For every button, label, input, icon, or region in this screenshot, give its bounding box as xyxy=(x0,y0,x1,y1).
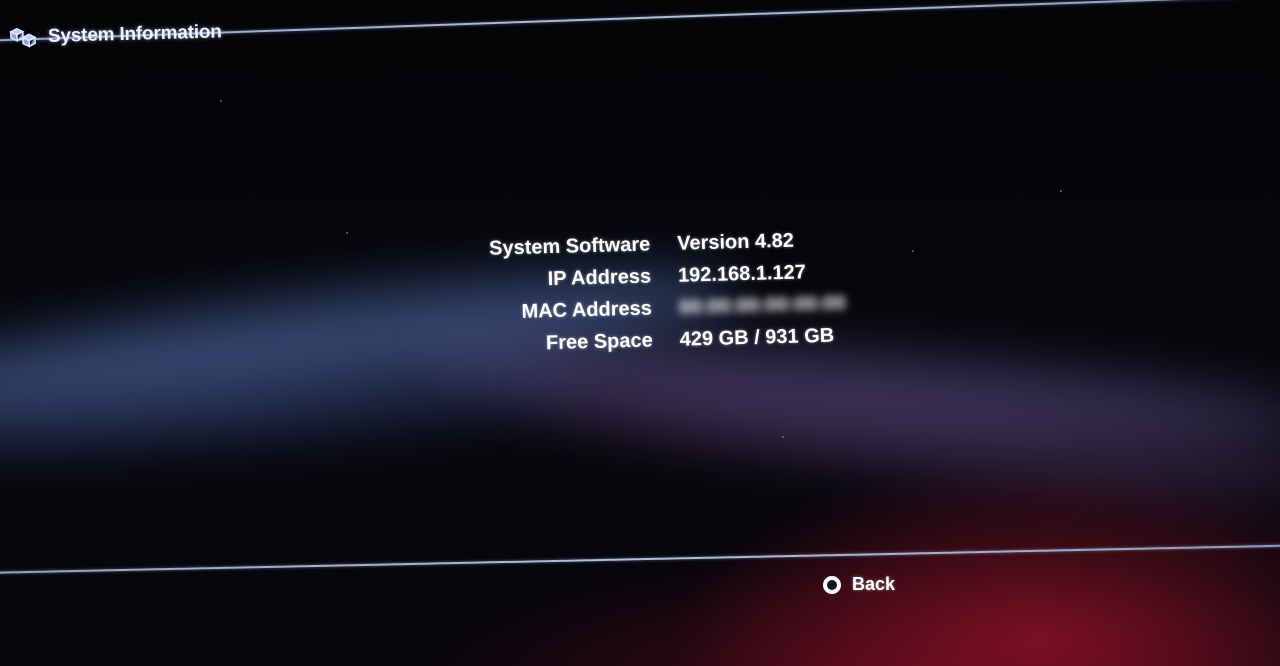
info-value: 192.168.1.127 xyxy=(677,261,807,287)
background-sparkle xyxy=(782,436,784,438)
system-info-icon xyxy=(9,27,37,48)
background-sparkle xyxy=(220,100,222,102)
page-title: System Information xyxy=(47,21,222,47)
system-info-table: System Software Version 4.82 IP Address … xyxy=(400,226,923,368)
back-button[interactable]: Back xyxy=(822,574,895,595)
circle-button-icon xyxy=(823,575,841,594)
background-sparkle xyxy=(346,232,348,234)
info-value-obscured: 00:00:00:00:00:00 xyxy=(678,292,846,319)
info-value: Version 4.82 xyxy=(676,229,795,255)
back-label: Back xyxy=(852,574,896,594)
background-sparkle xyxy=(1060,190,1062,192)
info-value: 429 GB / 931 GB xyxy=(679,324,835,351)
